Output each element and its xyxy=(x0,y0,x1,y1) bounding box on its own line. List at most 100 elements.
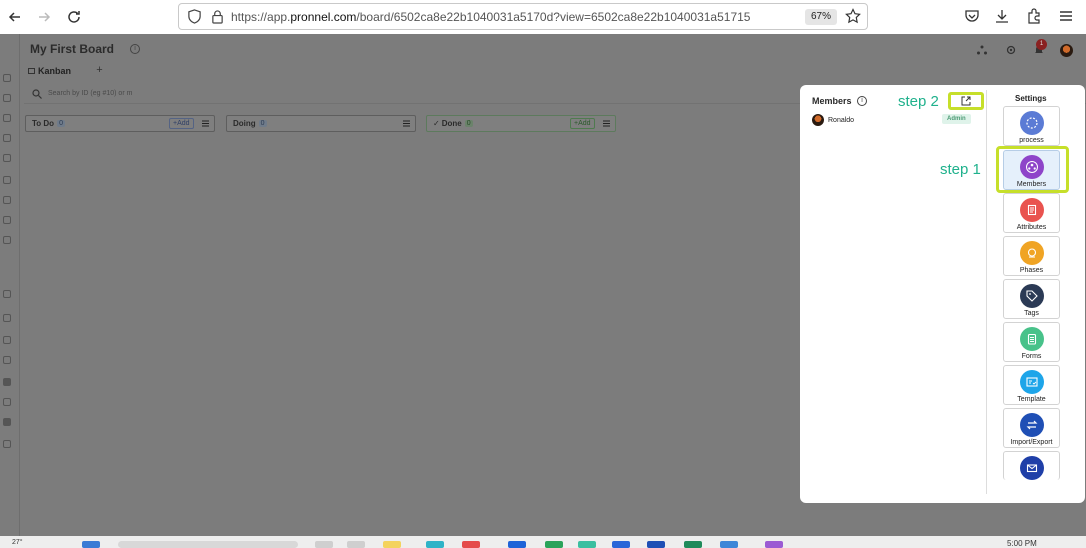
taskbar-search[interactable] xyxy=(118,541,298,548)
members-info-icon[interactable]: i xyxy=(857,96,867,106)
open-members-external-button[interactable] xyxy=(948,92,984,110)
board-info-icon[interactable]: i xyxy=(130,44,140,54)
settings-gear-icon[interactable] xyxy=(1005,44,1017,56)
notification-badge: 1 xyxy=(1036,39,1047,50)
add-card-button[interactable]: +Add xyxy=(169,118,194,129)
shield-icon xyxy=(188,9,201,24)
member-name: Ronaldo xyxy=(828,116,855,124)
mail-icon xyxy=(1020,456,1044,480)
wifi-icon[interactable] xyxy=(3,336,11,344)
tab-kanban-label: Kanban xyxy=(38,66,72,76)
settings-process-label: process xyxy=(1019,137,1044,144)
users-icon[interactable] xyxy=(3,236,11,244)
home-icon[interactable] xyxy=(3,74,11,82)
app-icon-mail[interactable] xyxy=(720,541,738,548)
flag-icon[interactable] xyxy=(3,398,11,406)
star-icon[interactable] xyxy=(3,290,11,298)
explorer-icon[interactable] xyxy=(383,541,401,548)
bookmark-star-icon[interactable] xyxy=(845,8,861,24)
globe-icon[interactable] xyxy=(3,154,11,162)
template-icon xyxy=(1020,370,1044,394)
member-item[interactable]: Ronaldo xyxy=(812,114,854,126)
search-icon xyxy=(32,89,42,99)
folder-icon-2[interactable] xyxy=(3,418,11,426)
app-icon-purple[interactable] xyxy=(765,541,783,548)
app-icon-green[interactable] xyxy=(545,541,563,548)
settings-mail-button[interactable] xyxy=(1003,451,1060,480)
column-menu-icon[interactable] xyxy=(402,119,411,128)
edge-icon[interactable] xyxy=(426,541,444,548)
bulb-icon[interactable] xyxy=(3,356,11,364)
app-icon-word[interactable] xyxy=(612,541,630,548)
external-link-icon xyxy=(961,96,971,106)
start-icon[interactable] xyxy=(82,541,100,548)
address-bar[interactable]: https://app.pronnel.com/board/6502ca8e22… xyxy=(178,3,868,30)
settings-tags-button[interactable]: Tags xyxy=(1003,279,1060,319)
settings-forms-label: Forms xyxy=(1021,353,1042,360)
url-text: https://app.pronnel.com/board/6502ca8e22… xyxy=(231,10,751,24)
column-title: Done xyxy=(441,119,462,128)
process-icon xyxy=(1020,111,1044,135)
extensions-icon[interactable] xyxy=(1026,8,1042,24)
settings-process-button[interactable]: process xyxy=(1003,106,1060,146)
column-menu-icon[interactable] xyxy=(602,119,611,128)
dashboard-icon[interactable] xyxy=(3,94,11,102)
settings-tags-label: Tags xyxy=(1024,310,1039,317)
add-card-button[interactable]: +Add xyxy=(570,118,595,129)
user-avatar[interactable] xyxy=(1060,44,1073,57)
settings-import-export-label: Import/Export xyxy=(1010,439,1053,446)
back-arrow-icon xyxy=(8,12,20,22)
settings-phases-label: Phases xyxy=(1019,267,1044,274)
settings-attributes-label: Attributes xyxy=(1016,224,1047,231)
app-icon-teal[interactable] xyxy=(578,541,596,548)
attributes-icon xyxy=(1020,198,1044,222)
panel-divider xyxy=(986,90,987,494)
forward-button[interactable] xyxy=(33,6,55,28)
automation-icon[interactable] xyxy=(976,44,988,56)
pocket-icon[interactable] xyxy=(964,8,980,24)
calendar-icon[interactable] xyxy=(3,196,11,204)
settings-template-button[interactable]: Template xyxy=(1003,365,1060,405)
menu-icon[interactable] xyxy=(1058,8,1074,24)
document-icon[interactable] xyxy=(3,176,11,184)
reload-icon xyxy=(68,11,80,23)
folder-icon[interactable] xyxy=(3,378,11,386)
lock-icon xyxy=(212,10,223,24)
settings-import-export-button[interactable]: Import/Export xyxy=(1003,408,1060,448)
forms-icon xyxy=(1020,327,1044,351)
inbox-icon[interactable] xyxy=(3,314,11,322)
search-input[interactable]: Search by ID (eg #10) or m xyxy=(48,90,132,97)
reload-button[interactable] xyxy=(63,6,85,28)
app-icon-excel[interactable] xyxy=(684,541,702,548)
grid-icon[interactable] xyxy=(3,134,11,142)
add-view-button[interactable]: + xyxy=(94,65,105,76)
os-taskbar: 27° 5:00 PM xyxy=(0,536,1086,548)
app-icon-blue[interactable] xyxy=(508,541,526,548)
user-icon[interactable] xyxy=(3,216,11,224)
app-icon-outlook[interactable] xyxy=(647,541,665,548)
weather-text: 27° xyxy=(12,539,23,546)
taskview-icon[interactable] xyxy=(315,541,333,548)
app-icon-red[interactable] xyxy=(462,541,480,548)
settings-phases-button[interactable]: Phases xyxy=(1003,236,1060,276)
tab-kanban[interactable]: Kanban xyxy=(28,66,71,76)
members-title: Members xyxy=(812,96,852,106)
archive-icon[interactable] xyxy=(3,440,11,448)
tag-icon[interactable] xyxy=(3,114,11,122)
column-menu-icon[interactable] xyxy=(201,119,210,128)
step-2-annotation: step 2 xyxy=(898,93,939,110)
settings-forms-button[interactable]: Forms xyxy=(1003,322,1060,362)
step-1-annotation: step 1 xyxy=(940,161,981,178)
settings-title: Settings xyxy=(1015,94,1047,103)
zoom-level[interactable]: 67% xyxy=(804,9,837,25)
back-button[interactable] xyxy=(4,6,26,28)
widgets-icon[interactable] xyxy=(347,541,365,548)
clock: 5:00 PM xyxy=(1007,539,1037,548)
import-export-icon xyxy=(1020,413,1044,437)
settings-attributes-button[interactable]: Attributes xyxy=(1003,193,1060,233)
column-title: To Do xyxy=(32,119,55,128)
phases-icon xyxy=(1020,241,1044,265)
download-icon[interactable] xyxy=(994,8,1010,24)
forward-arrow-icon xyxy=(39,12,51,22)
column-title: Doing xyxy=(233,119,256,128)
